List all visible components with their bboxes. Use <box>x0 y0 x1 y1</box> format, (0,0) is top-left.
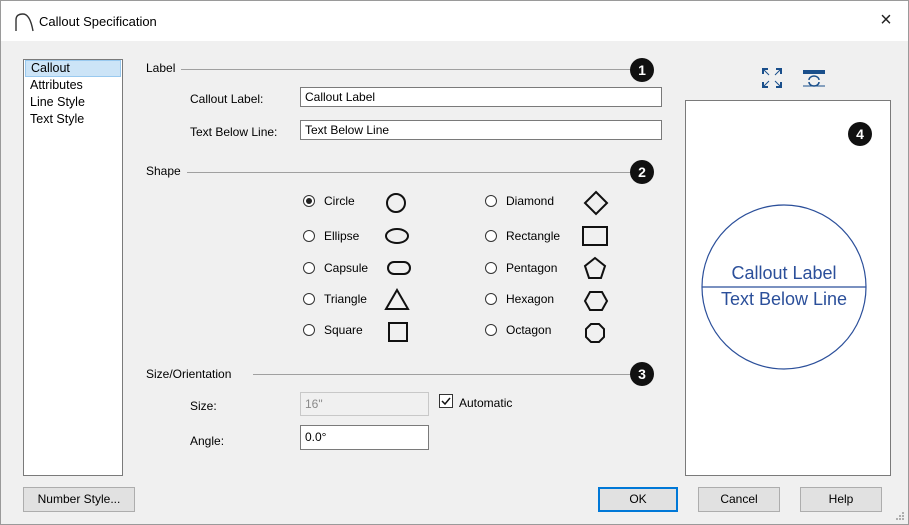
window-title: Callout Specification <box>39 14 157 29</box>
radio-dot <box>303 293 315 305</box>
ellipse-shape-icon <box>385 228 409 244</box>
text-below-line-caption: Text Below Line: <box>190 125 278 139</box>
radio-dot <box>303 324 315 336</box>
callout-label-input[interactable]: Callout Label <box>300 87 662 107</box>
rectangle-shape-icon <box>582 226 608 246</box>
badge-1: 1 <box>630 58 654 82</box>
number-style-button[interactable]: Number Style... <box>23 487 135 512</box>
size-group-line <box>253 374 631 375</box>
angle-caption: Angle: <box>190 434 225 448</box>
nav-item-attributes[interactable]: Attributes <box>25 77 121 94</box>
shape-group-line <box>183 172 631 173</box>
size-input[interactable]: 16" <box>300 392 429 416</box>
preview-canvas: Callout Label Text Below Line <box>701 204 867 370</box>
radio-dot <box>485 230 497 242</box>
callout-label-caption: Callout Label: <box>190 92 264 106</box>
radio-dot <box>485 293 497 305</box>
preview-text-below: Text Below Line <box>721 289 847 309</box>
preview-callout-label: Callout Label <box>731 263 836 283</box>
nav-item-line-style[interactable]: Line Style <box>25 94 121 111</box>
resize-grip-icon[interactable] <box>895 511 905 521</box>
dialog-window: Callout Specification × Callout Attribut… <box>0 0 909 525</box>
radio-dot <box>485 324 497 336</box>
help-button[interactable]: Help <box>800 487 882 512</box>
diamond-shape-icon <box>583 190 609 216</box>
triangle-shape-icon <box>384 288 410 310</box>
angle-input[interactable]: 0.0° <box>300 425 429 450</box>
cancel-button[interactable]: Cancel <box>698 487 780 512</box>
automatic-label: Automatic <box>459 396 513 410</box>
square-shape-icon <box>388 322 408 342</box>
radio-dot <box>303 262 315 274</box>
nav-item-text-style[interactable]: Text Style <box>25 111 121 128</box>
radio-dot <box>303 230 315 242</box>
title-bar: Callout Specification × <box>1 1 908 41</box>
category-list: Callout Attributes Line Style Text Style <box>23 59 123 476</box>
callout-preview: 4 Callout Label Text Below Line <box>685 100 891 476</box>
close-icon[interactable]: × <box>874 9 898 33</box>
capsule-shape-icon <box>387 261 411 275</box>
radio-dot <box>485 262 497 274</box>
checkmark-icon <box>441 397 451 406</box>
label-group-line <box>177 69 631 70</box>
nav-item-callout[interactable]: Callout <box>25 60 121 77</box>
callout-app-icon <box>15 13 34 32</box>
shape-group-title: Shape <box>146 164 187 178</box>
badge-2: 2 <box>630 160 654 184</box>
radio-dot <box>485 195 497 207</box>
label-group-title: Label <box>146 61 182 75</box>
octagon-shape-icon <box>585 323 605 343</box>
hexagon-shape-icon <box>583 291 609 311</box>
rotate-view-icon[interactable] <box>801 68 827 88</box>
automatic-checkbox[interactable] <box>439 394 453 408</box>
fill-window-icon[interactable] <box>761 67 783 89</box>
radio-dot <box>303 195 315 207</box>
ok-button[interactable]: OK <box>598 487 678 512</box>
size-caption: Size: <box>190 399 217 413</box>
text-below-line-input[interactable]: Text Below Line <box>300 120 662 140</box>
size-group-title: Size/Orientation <box>146 367 238 381</box>
circle-shape-icon <box>386 193 406 213</box>
badge-3: 3 <box>630 362 654 386</box>
pentagon-shape-icon <box>583 256 607 279</box>
